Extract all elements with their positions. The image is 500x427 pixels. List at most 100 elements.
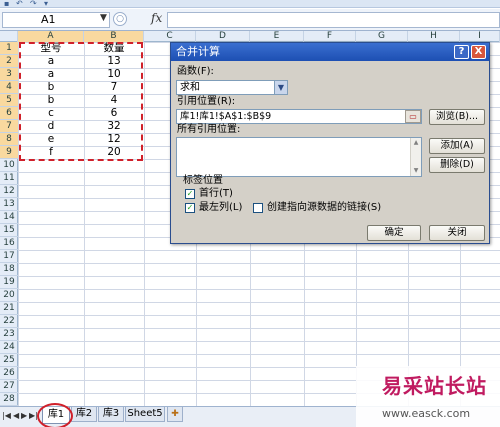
name-box-value: A1 (41, 13, 56, 26)
insert-function-icon[interactable]: fx (151, 11, 162, 25)
name-box[interactable]: A1 (2, 12, 110, 28)
formula-input[interactable] (167, 12, 500, 28)
first-row-checkbox[interactable]: ✓ (185, 189, 195, 199)
create-links-checkbox[interactable] (253, 203, 263, 213)
row-header: 1 2 3 4 5 6 7 8 9 10 11 12 13 14 15 16 17 18 19 20 21 22 23 24 2… (0, 42, 18, 406)
sheet-tab-label: Sheet5 (127, 408, 163, 419)
next-sheet-icon[interactable]: ▶ (21, 411, 27, 420)
sheet-tab-3[interactable]: 库3 (98, 407, 124, 422)
grid-line (144, 42, 145, 406)
dialog-titlebar[interactable]: 合并计算 (171, 43, 489, 61)
scroll-up-icon[interactable]: ▲ (411, 138, 421, 148)
row-header-17[interactable]: 17 (0, 250, 18, 263)
row-header-2[interactable]: 2 (0, 55, 18, 68)
row-header-24[interactable]: 24 (0, 341, 18, 354)
list-scrollbar[interactable]: ▲ ▼ (410, 138, 421, 176)
ok-button[interactable]: 确定 (367, 225, 421, 241)
row-header-16[interactable]: 16 (0, 237, 18, 250)
column-header-e[interactable]: E (250, 31, 304, 42)
column-header-h[interactable]: H (408, 31, 460, 42)
left-column-label: 最左列(L) (199, 202, 243, 213)
formula-bar: A1 ▼ ○ fx (0, 9, 500, 31)
row-header-22[interactable]: 22 (0, 315, 18, 328)
watermark-title: 易采站长站 (382, 374, 487, 398)
save-icon[interactable]: ▪ (4, 0, 9, 8)
row-header-9[interactable]: 9 (0, 146, 18, 159)
prev-sheet-icon[interactable]: ◀ (13, 411, 19, 420)
row-header-7[interactable]: 7 (0, 120, 18, 133)
row-header-18[interactable]: 18 (0, 263, 18, 276)
all-refs-list[interactable]: ▲ ▼ (176, 137, 422, 177)
row-header-3[interactable]: 3 (0, 68, 18, 81)
close-dialog-button[interactable]: 关闭 (429, 225, 485, 241)
help-button[interactable]: ? (454, 45, 469, 59)
delete-button[interactable]: 删除(D) (429, 157, 485, 173)
collapse-dialog-icon[interactable]: ▭ (405, 110, 421, 123)
row-header-4[interactable]: 4 (0, 81, 18, 94)
column-header-b[interactable]: B (84, 31, 144, 42)
insert-sheet-icon[interactable]: ✚ (167, 407, 183, 422)
check-icon: ✓ (186, 189, 194, 198)
scroll-down-icon[interactable]: ▼ (411, 166, 421, 176)
watermark: 易采站长站 www.easck.com (356, 366, 500, 427)
row-header-25[interactable]: 25 (0, 354, 18, 367)
all-refs-label: 所有引用位置: (177, 124, 241, 135)
redo-icon[interactable]: ↷ (30, 0, 37, 8)
close-button[interactable]: X (471, 45, 486, 59)
select-all-corner[interactable] (0, 31, 18, 42)
row-header-12[interactable]: 12 (0, 185, 18, 198)
active-tab-highlight-circle (37, 403, 73, 427)
row-header-6[interactable]: 6 (0, 107, 18, 120)
quick-access-toolbar: ▪ ↶ ↷ ▾ (0, 0, 500, 8)
function-label: 函数(F): (177, 66, 214, 77)
row-header-23[interactable]: 23 (0, 328, 18, 341)
check-icon: ✓ (186, 203, 194, 212)
row-header-15[interactable]: 15 (0, 224, 18, 237)
row-header-13[interactable]: 13 (0, 198, 18, 211)
row-header-5[interactable]: 5 (0, 94, 18, 107)
row-header-8[interactable]: 8 (0, 133, 18, 146)
zoom-icon[interactable]: ○ (113, 12, 127, 26)
sheet-tab-label: 库3 (102, 408, 120, 419)
consolidate-dialog: 合并计算 ? X 函数(F): 求和 ▼ 引用位置(R): 库1!库1!$A$1… (170, 42, 490, 244)
add-button[interactable]: 添加(A) (429, 138, 485, 154)
sheet-tab-2[interactable]: 库2 (71, 407, 97, 422)
row-header-1[interactable]: 1 (0, 42, 18, 55)
first-sheet-icon[interactable]: |◀ (2, 411, 11, 420)
row-header-20[interactable]: 20 (0, 289, 18, 302)
sheet-tab-label: 库2 (75, 408, 93, 419)
column-header-c[interactable]: C (144, 31, 196, 42)
ref-input[interactable]: 库1!库1!$A$1:$B$9 (176, 109, 422, 124)
selection-marquee (19, 42, 143, 161)
function-select[interactable]: 求和 ▼ (176, 80, 288, 95)
customize-icon[interactable]: ▾ (44, 0, 48, 8)
browse-button[interactable]: 浏览(B)... (429, 109, 485, 125)
column-header-f[interactable]: F (304, 31, 356, 42)
row-header-26[interactable]: 26 (0, 367, 18, 380)
label-position-group-title: 标签位置 (183, 175, 223, 186)
ref-label: 引用位置(R): (177, 96, 236, 107)
column-header-a[interactable]: A (18, 31, 84, 42)
column-header-d[interactable]: D (196, 31, 250, 42)
row-header-19[interactable]: 19 (0, 276, 18, 289)
column-header-g[interactable]: G (356, 31, 408, 42)
function-value: 求和 (180, 82, 200, 93)
row-header-28[interactable]: 28 (0, 393, 18, 406)
sheet-tab-4[interactable]: Sheet5 (125, 407, 165, 422)
column-header-i[interactable]: I (460, 31, 500, 42)
row-header-11[interactable]: 11 (0, 172, 18, 185)
row-header-21[interactable]: 21 (0, 302, 18, 315)
left-column-checkbox[interactable]: ✓ (185, 203, 195, 213)
row-header-27[interactable]: 27 (0, 380, 18, 393)
ref-value: 库1!库1!$A$1:$B$9 (180, 111, 272, 122)
create-links-label: 创建指向源数据的链接(S) (267, 202, 382, 213)
dialog-title: 合并计算 (176, 45, 220, 58)
row-header-14[interactable]: 14 (0, 211, 18, 224)
undo-icon[interactable]: ↶ (16, 0, 23, 8)
column-header: A B C D E F G H I (0, 31, 500, 42)
chevron-down-icon[interactable]: ▼ (274, 81, 287, 94)
chevron-down-icon[interactable]: ▼ (100, 13, 107, 23)
first-row-label: 首行(T) (199, 188, 233, 199)
watermark-url: www.easck.com (382, 407, 471, 420)
row-header-10[interactable]: 10 (0, 159, 18, 172)
